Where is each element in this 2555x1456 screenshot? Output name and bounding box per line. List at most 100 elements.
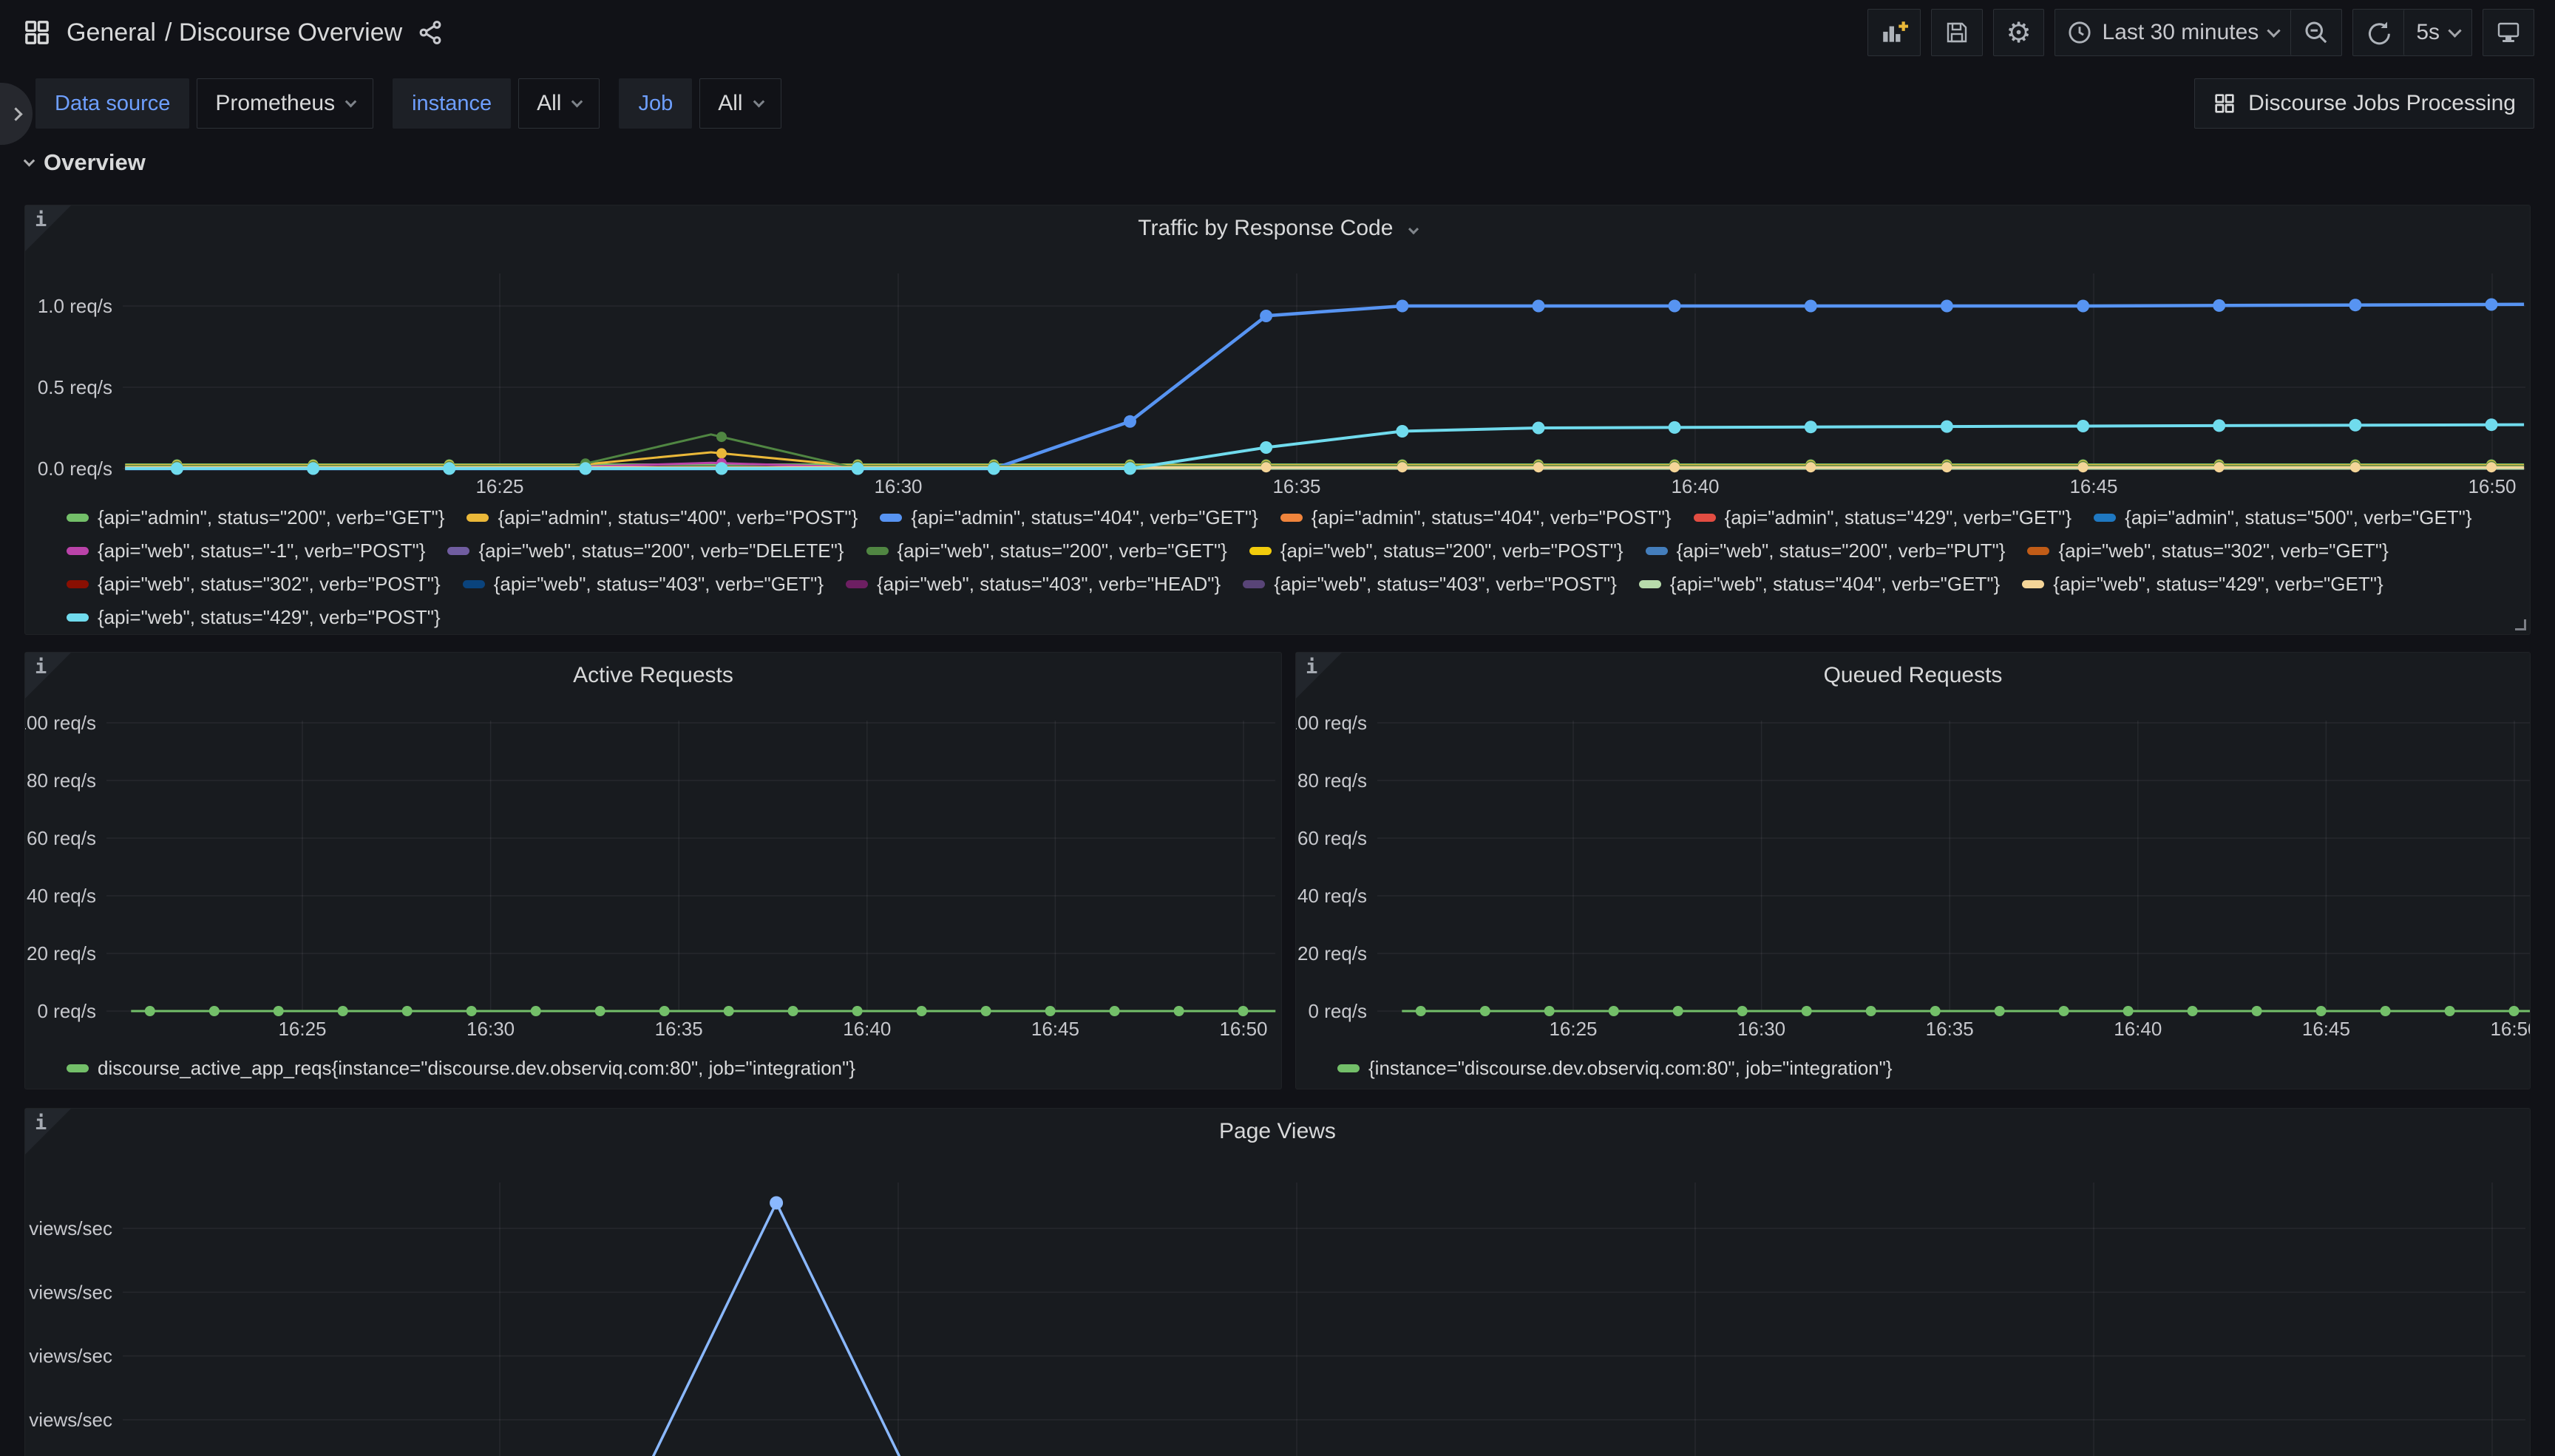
instance-label: instance	[393, 78, 511, 129]
legend-label: {api="web", status="-1", verb="POST"}	[98, 534, 425, 568]
svg-text:0 req/s: 0 req/s	[1309, 1000, 1368, 1022]
breadcrumb: General / Discourse Overview	[67, 18, 402, 47]
add-panel-button[interactable]	[1867, 9, 1921, 56]
discourse-jobs-processing-link[interactable]: Discourse Jobs Processing	[2194, 78, 2534, 129]
legend-swatch	[866, 547, 889, 555]
panel-title-text: Page Views	[1219, 1119, 1336, 1143]
variable-datasource: Data source Prometheus	[35, 78, 373, 129]
breadcrumb-section[interactable]: General	[67, 18, 156, 47]
legend-item[interactable]: {api="web", status="403", verb="HEAD"}	[846, 568, 1221, 601]
legend-item[interactable]: {api="web", status="403", verb="GET"}	[463, 568, 824, 601]
legend-swatch	[463, 580, 485, 588]
legend-item[interactable]: {api="admin", status="404", verb="GET"}	[880, 501, 1258, 534]
svg-text:0.0 req/s: 0.0 req/s	[38, 457, 112, 480]
legend-item[interactable]: {api="web", status="200", verb="DELETE"}	[447, 534, 844, 568]
legend-item[interactable]: {api="admin", status="400", verb="POST"}	[466, 501, 858, 534]
dashboard-toolbar: ⚙ Last 30 minutes 5	[1867, 9, 2534, 56]
page-views-chart[interactable]: 0.04 views/sec 0.03 views/sec 0.02 views/s…	[25, 1109, 2530, 1456]
row-overview-toggle[interactable]: Overview	[0, 143, 2555, 188]
legend-item[interactable]: {instance="discourse.dev.observiq.com:80…	[1337, 1052, 1893, 1085]
jobs-link-label: Discourse Jobs Processing	[2248, 91, 2516, 116]
legend-swatch	[2094, 514, 2116, 522]
legend-swatch	[2022, 580, 2044, 588]
legend-item[interactable]: {api="admin", status="500", verb="GET"}	[2094, 501, 2471, 534]
legend-item[interactable]: {api="web", status="403", verb="POST"}	[1243, 568, 1617, 601]
legend-item[interactable]: {api="web", status="429", verb="GET"}	[2022, 568, 2383, 601]
svg-text:0.02 views/sec: 0.02 views/sec	[25, 1345, 112, 1367]
dashboard-submenu: Data source Prometheus instance All Job …	[0, 65, 2555, 143]
panel-title-queued[interactable]: Queued Requests	[1296, 663, 2530, 688]
legend-item[interactable]: {api="web", status="200", verb="GET"}	[866, 534, 1227, 568]
panel-title-traffic[interactable]: Traffic by Response Code	[25, 216, 2530, 241]
legend-label: {api="web", status="429", verb="POST"}	[98, 601, 441, 634]
instance-select[interactable]: All	[518, 78, 600, 129]
zoom-out-icon	[2303, 19, 2330, 46]
legend-label: {api="admin", status="400", verb="POST"}	[498, 501, 858, 534]
dashboards-grid-icon[interactable]	[22, 18, 52, 47]
cycle-view-button[interactable]	[2483, 9, 2534, 56]
panel-title-page-views[interactable]: Page Views	[25, 1119, 2530, 1144]
svg-text:16:45: 16:45	[2302, 1018, 2350, 1040]
add-panel-icon	[1880, 18, 1908, 47]
legend-item[interactable]: {api="admin", status="429", verb="GET"}	[1694, 501, 2072, 534]
sidebar-open-chevron-icon	[9, 107, 22, 120]
legend-label: {api="web", status="403", verb="GET"}	[494, 568, 824, 601]
job-select[interactable]: All	[699, 78, 781, 129]
share-icon[interactable]	[417, 19, 444, 46]
svg-text:16:45: 16:45	[1031, 1018, 1079, 1040]
legend-item[interactable]: {api="admin", status="200", verb="GET"}	[67, 501, 444, 534]
panel-title-active[interactable]: Active Requests	[25, 663, 1281, 688]
refresh-interval-picker[interactable]: 5s	[2403, 10, 2471, 55]
legend-label: {api="web", status="200", verb="POST"}	[1280, 534, 1623, 568]
time-controls-group: Last 30 minutes	[2054, 9, 2343, 56]
legend-swatch	[447, 547, 469, 555]
legend-item[interactable]: discourse_active_app_reqs{instance="disc…	[67, 1052, 855, 1085]
refresh-button[interactable]	[2353, 10, 2403, 55]
svg-text:40 req/s: 40 req/s	[27, 885, 96, 907]
legend-item[interactable]: {api="web", status="200", verb="POST"}	[1249, 534, 1623, 568]
svg-text:0.5 req/s: 0.5 req/s	[38, 376, 112, 398]
active-requests-legend: discourse_active_app_reqs{instance="disc…	[67, 1052, 1259, 1085]
dashboard-settings-button[interactable]: ⚙	[1993, 9, 2043, 56]
zoom-out-button[interactable]	[2290, 10, 2341, 55]
legend-swatch	[1337, 1064, 1360, 1072]
legend-item[interactable]: {api="web", status="-1", verb="POST"}	[67, 534, 425, 568]
panel-resize-handle[interactable]	[2515, 619, 2526, 630]
active-requests-chart[interactable]: 100 req/s80 req/s60 req/s40 req/s20 req/…	[25, 653, 1281, 1089]
svg-text:80 req/s: 80 req/s	[1297, 769, 1367, 792]
legend-item[interactable]: {api="web", status="404", verb="GET"}	[1639, 568, 2000, 601]
svg-text:16:30: 16:30	[466, 1018, 515, 1040]
legend-label: {api="web", status="429", verb="GET"}	[2053, 568, 2383, 601]
legend-swatch	[2027, 547, 2049, 555]
legend-item[interactable]: {api="admin", status="404", verb="POST"}	[1280, 501, 1672, 534]
legend-item[interactable]: {api="web", status="302", verb="GET"}	[2027, 534, 2388, 568]
legend-swatch	[67, 514, 89, 522]
legend-label: {api="web", status="200", verb="GET"}	[898, 534, 1227, 568]
time-range-picker[interactable]: Last 30 minutes	[2055, 10, 2291, 55]
legend-item[interactable]: {api="web", status="200", verb="PUT"}	[1646, 534, 2006, 568]
legend-swatch	[67, 613, 89, 622]
job-label: Job	[619, 78, 692, 129]
legend-item[interactable]: {api="web", status="429", verb="POST"}	[67, 601, 441, 634]
svg-text:0.03 views/sec: 0.03 views/sec	[25, 1281, 112, 1303]
panel-title-text: Queued Requests	[1824, 663, 2003, 687]
svg-text:80 req/s: 80 req/s	[27, 769, 96, 792]
job-value: All	[718, 91, 742, 116]
legend-label: {api="web", status="302", verb="GET"}	[2058, 534, 2388, 568]
save-dashboard-button[interactable]	[1931, 9, 1983, 56]
legend-label: {api="web", status="200", verb="DELETE"}	[478, 534, 844, 568]
legend-label: {api="web", status="403", verb="HEAD"}	[877, 568, 1221, 601]
svg-text:16:30: 16:30	[874, 475, 922, 497]
panel-title-text: Active Requests	[573, 663, 733, 687]
svg-text:0 req/s: 0 req/s	[38, 1000, 97, 1022]
svg-text:0.04 views/sec: 0.04 views/sec	[25, 1217, 112, 1239]
refresh-icon	[2365, 19, 2392, 46]
legend-item[interactable]: {api="web", status="302", verb="POST"}	[67, 568, 441, 601]
svg-text:100 req/s: 100 req/s	[1296, 712, 1367, 734]
svg-text:16:50: 16:50	[2490, 1018, 2530, 1040]
svg-text:100 req/s: 100 req/s	[25, 712, 96, 734]
datasource-select[interactable]: Prometheus	[197, 78, 373, 129]
legend-swatch	[466, 514, 489, 522]
svg-text:16:35: 16:35	[655, 1018, 703, 1040]
queued-requests-chart[interactable]: 100 req/s80 req/s60 req/s40 req/s20 req/…	[1296, 653, 2530, 1089]
